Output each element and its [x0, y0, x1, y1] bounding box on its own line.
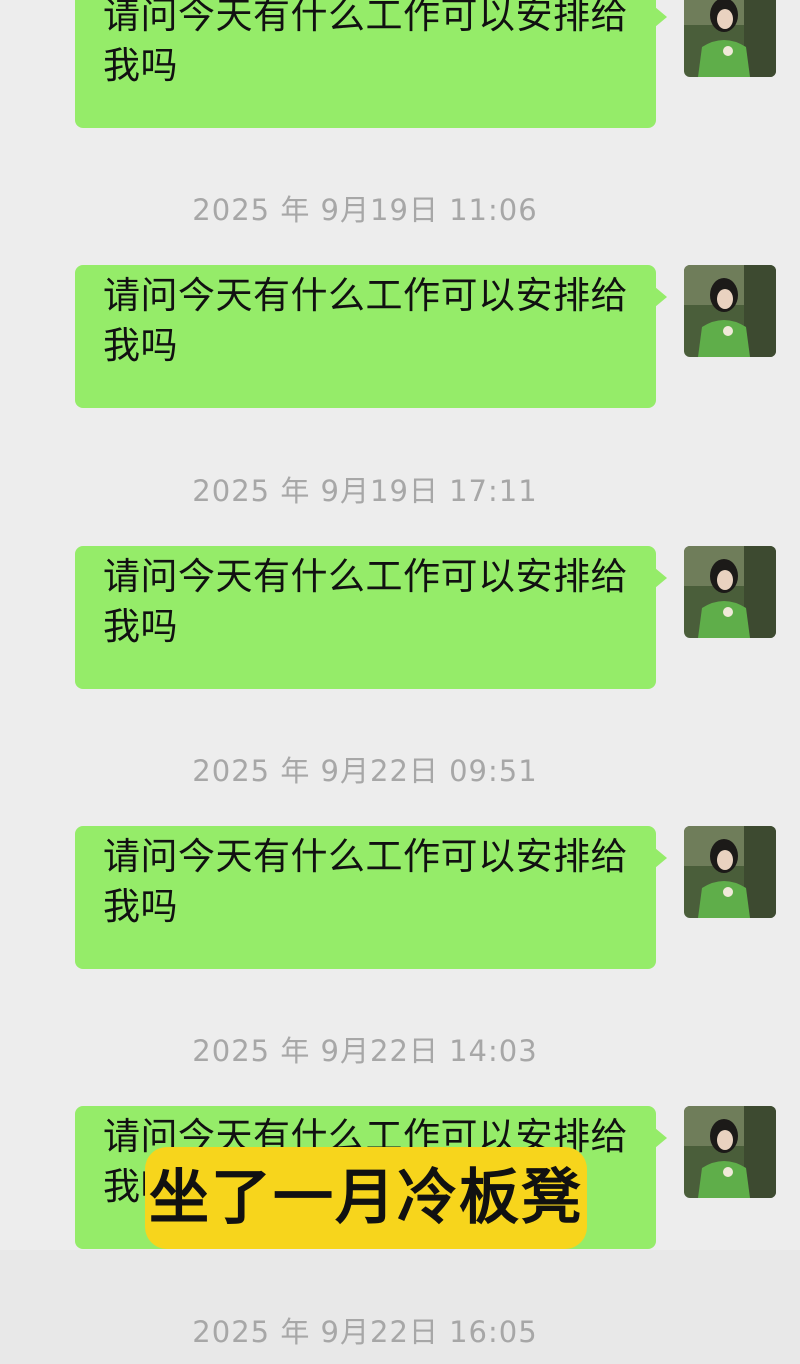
user-avatar-icon[interactable]	[684, 1106, 776, 1198]
message-text: 请问今天有什么工作可以安排给我吗	[103, 555, 628, 648]
timestamp: 2025 年 9月22日 09:51	[192, 754, 538, 788]
user-avatar-icon[interactable]	[684, 265, 776, 357]
chat-message: 请问今天有什么工作可以安排给我吗	[0, 826, 800, 971]
timestamp: 2025 年 9月22日 14:03	[192, 1034, 538, 1068]
message-bubble[interactable]: 请问今天有什么工作可以安排给我吗	[75, 826, 667, 969]
message-bubble[interactable]: 请问今天有什么工作可以安排给我吗	[75, 0, 667, 128]
message-text: 请问今天有什么工作可以安排给我吗	[103, 274, 628, 367]
message-bubble[interactable]: 请问今天有什么工作可以安排给我吗	[75, 265, 667, 408]
chat-message: 请问今天有什么工作可以安排给我吗	[0, 265, 800, 410]
timestamp: 2025 年 9月19日 11:06	[192, 193, 538, 227]
user-avatar-icon[interactable]	[684, 0, 776, 77]
chat-history[interactable]: 请问今天有什么工作可以安排给我吗 2025 年 9月19日 11:06 请问今天…	[0, 0, 800, 1364]
message-text: 请问今天有什么工作可以安排给我吗	[103, 835, 628, 928]
timestamp: 2025 年 9月19日 17:11	[192, 474, 538, 508]
user-avatar-icon[interactable]	[684, 546, 776, 638]
message-text: 请问今天有什么工作可以安排给我吗	[103, 0, 628, 87]
user-avatar-icon[interactable]	[684, 826, 776, 918]
chat-message: 请问今天有什么工作可以安排给我吗	[0, 0, 800, 130]
chat-message: 请问今天有什么工作可以安排给我吗	[0, 546, 800, 691]
video-caption: 坐了一月冷板凳	[145, 1147, 587, 1249]
message-bubble[interactable]: 请问今天有什么工作可以安排给我吗	[75, 546, 667, 689]
timestamp: 2025 年 9月22日 16:05	[192, 1315, 538, 1349]
